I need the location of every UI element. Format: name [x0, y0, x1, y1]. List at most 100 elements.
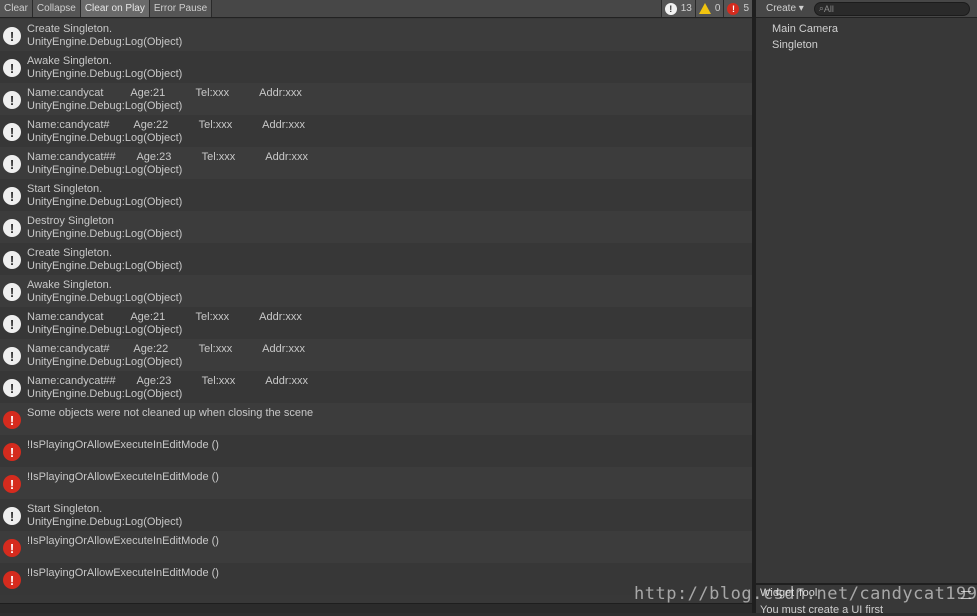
- error-icon: !: [3, 411, 21, 429]
- collapse-button[interactable]: Collapse: [32, 0, 81, 17]
- info-count-toggle[interactable]: ! 13: [660, 0, 695, 17]
- log-line-1: Awake Singleton.: [27, 55, 112, 67]
- log-entry[interactable]: ! Start Singleton. UnityEngine.Debug:Log(O…: [0, 499, 752, 531]
- clear-on-play-button[interactable]: Clear on Play: [80, 0, 150, 17]
- log-line-2: UnityEngine.Debug:Log(Object): [27, 196, 183, 208]
- log-line-2: UnityEngine.Debug:Log(Object): [27, 516, 183, 528]
- log-line-2: UnityEngine.Debug:Log(Object): [27, 228, 183, 240]
- log-entry[interactable]: ! Create Singleton. UnityEngine.Debug:Log(…: [0, 19, 752, 51]
- info-icon: !: [3, 123, 21, 141]
- console-toolbar: Clear Collapse Clear on Play Error Pause…: [0, 0, 752, 18]
- log-entry[interactable]: ! Some objects were not cleaned up when c…: [0, 403, 752, 435]
- log-line-1: Create Singleton.: [27, 247, 112, 259]
- log-message: Name:candycat## Age:23 Tel:xxx Addr:xxx U…: [27, 371, 308, 401]
- log-entry[interactable]: ! Name:candycat## Age:23 Tel:xxx Addr:xxx…: [0, 371, 752, 403]
- hierarchy-search-input[interactable]: ⌕ All: [813, 1, 970, 16]
- info-icon: !: [3, 27, 21, 45]
- info-icon: !: [3, 379, 21, 397]
- info-icon: !: [3, 251, 21, 269]
- log-message: Start Singleton. UnityEngine.Debug:Log(Ob…: [27, 179, 182, 209]
- log-line-2: UnityEngine.Debug:Log(Object): [27, 324, 183, 336]
- log-line-1: Awake Singleton.: [27, 279, 112, 291]
- log-line-1: Start Singleton.: [27, 503, 103, 515]
- log-line-1: !IsPlayingOrAllowExecuteInEditMode (): [27, 567, 219, 579]
- log-message: Create Singleton. UnityEngine.Debug:Log(O…: [27, 19, 182, 49]
- log-message: Create Singleton. UnityEngine.Debug:Log(O…: [27, 243, 182, 273]
- error-count: 5: [743, 3, 749, 14]
- warning-count-toggle[interactable]: 0: [694, 0, 724, 17]
- log-line-1: !IsPlayingOrAllowExecuteInEditMode (): [27, 471, 219, 483]
- log-line-1: !IsPlayingOrAllowExecuteInEditMode (): [27, 535, 219, 547]
- hierarchy-item-singleton[interactable]: Singleton: [756, 37, 977, 53]
- clear-button[interactable]: Clear: [0, 0, 33, 17]
- log-line-2: UnityEngine.Debug:Log(Object): [27, 292, 183, 304]
- log-line-1: Name:candycat## Age:23 Tel:xxx Addr:xxx: [27, 375, 309, 387]
- log-entry[interactable]: ! Name:candycat# Age:22 Tel:xxx Addr:xxx U…: [0, 339, 752, 371]
- log-entry[interactable]: ! !IsPlayingOrAllowExecuteInEditMode (): [0, 467, 752, 499]
- create-label: Create: [766, 2, 797, 14]
- log-message: !IsPlayingOrAllowExecuteInEditMode (): [27, 531, 219, 548]
- log-line-1: Name:candycat Age:21 Tel:xxx Addr:xxx: [27, 87, 302, 99]
- log-entry[interactable]: ! !IsPlayingOrAllowExecuteInEditMode (): [0, 435, 752, 467]
- log-entry[interactable]: ! Name:candycat# Age:22 Tel:xxx Addr:xxx U…: [0, 115, 752, 147]
- error-icon: !: [3, 539, 21, 557]
- log-line-1: Name:candycat# Age:22 Tel:xxx Addr:xxx: [27, 343, 305, 355]
- error-count-toggle[interactable]: ! 5: [723, 0, 752, 17]
- info-icon: !: [3, 187, 21, 205]
- log-message: Awake Singleton. UnityEngine.Debug:Log(Ob…: [27, 51, 182, 81]
- error-pause-button[interactable]: Error Pause: [149, 0, 213, 17]
- log-entry[interactable]: ! Awake Singleton. UnityEngine.Debug:Log(O…: [0, 51, 752, 83]
- log-line-2: UnityEngine.Debug:Log(Object): [27, 164, 183, 176]
- log-entry[interactable]: ! Name:candycat Age:21 Tel:xxx Addr:xxx Un…: [0, 307, 752, 339]
- hierarchy-panel: Create ▾ ⌕ All Main Camera Singleton Widg…: [756, 0, 977, 616]
- error-icon: !: [3, 475, 21, 493]
- log-line-2: UnityEngine.Debug:Log(Object): [27, 36, 183, 48]
- error-icon: !: [3, 443, 21, 461]
- log-line-2: UnityEngine.Debug:Log(Object): [27, 68, 183, 80]
- log-line-2: UnityEngine.Debug:Log(Object): [27, 100, 183, 112]
- info-icon: !: [3, 91, 21, 109]
- info-count: 13: [680, 3, 692, 14]
- info-icon: !: [3, 315, 21, 333]
- info-icon: !: [3, 219, 21, 237]
- log-message: !IsPlayingOrAllowExecuteInEditMode (): [27, 467, 219, 484]
- log-message: Name:candycat Age:21 Tel:xxx Addr:xxx Uni…: [27, 307, 302, 337]
- warning-icon: [698, 3, 711, 14]
- log-message: !IsPlayingOrAllowExecuteInEditMode (): [27, 563, 219, 580]
- log-line-2: UnityEngine.Debug:Log(Object): [27, 388, 183, 400]
- log-entry[interactable]: ! !IsPlayingOrAllowExecuteInEditMode (): [0, 531, 752, 563]
- log-line-1: Start Singleton.: [27, 183, 103, 195]
- log-line-1: Name:candycat## Age:23 Tel:xxx Addr:xxx: [27, 151, 309, 163]
- log-message: Awake Singleton. UnityEngine.Debug:Log(Ob…: [27, 275, 182, 305]
- hierarchy-toolbar: Create ▾ ⌕ All: [756, 0, 977, 18]
- log-line-1: Some objects were not cleaned up when cl…: [27, 407, 314, 419]
- hierarchy-item-main-camera[interactable]: Main Camera: [756, 21, 977, 37]
- info-icon: !: [664, 2, 677, 15]
- console-detail-strip: [0, 603, 752, 613]
- log-line-1: Name:candycat Age:21 Tel:xxx Addr:xxx: [27, 311, 302, 323]
- log-line-1: Name:candycat# Age:22 Tel:xxx Addr:xxx: [27, 119, 305, 131]
- log-entry[interactable]: ! Name:candycat Age:21 Tel:xxx Addr:xxx Un…: [0, 83, 752, 115]
- log-message: Name:candycat# Age:22 Tel:xxx Addr:xxx Un…: [27, 339, 305, 369]
- log-entry[interactable]: ! Create Singleton. UnityEngine.Debug:Log(…: [0, 243, 752, 275]
- log-entry[interactable]: ! Start Singleton. UnityEngine.Debug:Log(O…: [0, 179, 752, 211]
- create-dropdown[interactable]: Create ▾: [762, 1, 808, 17]
- log-entry[interactable]: ! Awake Singleton. UnityEngine.Debug:Log(O…: [0, 275, 752, 307]
- info-icon: !: [3, 507, 21, 525]
- log-message: Destroy Singleton UnityEngine.Debug:Log(O…: [27, 211, 182, 241]
- log-line-2: UnityEngine.Debug:Log(Object): [27, 356, 183, 368]
- log-message: Name:candycat## Age:23 Tel:xxx Addr:xxx U…: [27, 147, 308, 177]
- log-entry[interactable]: ! Destroy Singleton UnityEngine.Debug:Log(…: [0, 211, 752, 243]
- log-entry[interactable]: ! Name:candycat## Age:23 Tel:xxx Addr:xxx…: [0, 147, 752, 179]
- log-line-1: !IsPlayingOrAllowExecuteInEditMode (): [27, 439, 219, 451]
- warning-count: 0: [714, 3, 721, 14]
- log-line-1: Destroy Singleton: [27, 215, 114, 227]
- log-message: Name:candycat Age:21 Tel:xxx Addr:xxx Uni…: [27, 83, 302, 113]
- search-placeholder: All: [823, 3, 834, 14]
- hierarchy-list: Main Camera Singleton: [756, 18, 977, 53]
- info-icon: !: [3, 347, 21, 365]
- log-list: ! Create Singleton. UnityEngine.Debug:Log(…: [0, 19, 752, 604]
- console-panel: Clear Collapse Clear on Play Error Pause…: [0, 0, 752, 613]
- log-line-2: UnityEngine.Debug:Log(Object): [27, 132, 183, 144]
